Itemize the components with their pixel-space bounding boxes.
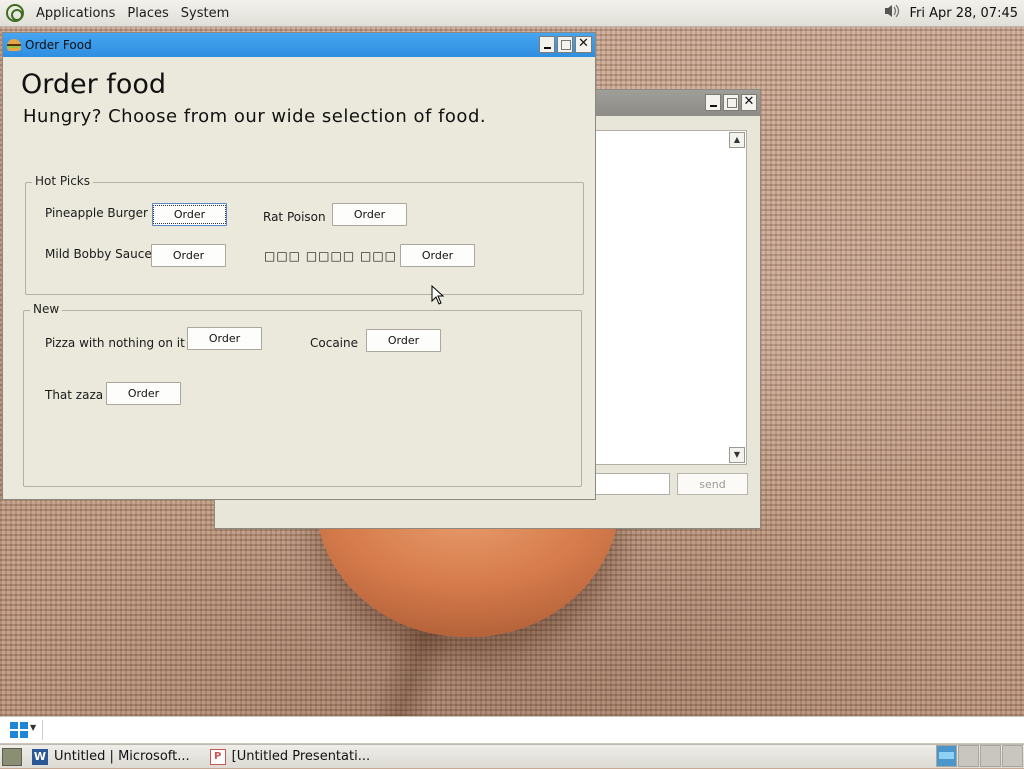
launcher-bar: ▼: [0, 716, 1024, 744]
new-label: New: [30, 302, 63, 316]
task-word-document[interactable]: W Untitled | Microsoft...: [22, 746, 200, 768]
order-button-label: Order: [387, 334, 420, 347]
task-label: Untitled | Microsoft...: [54, 749, 190, 764]
workspace-4[interactable]: [1002, 744, 1023, 767]
page-title: Order food: [21, 69, 166, 100]
chat-message-input[interactable]: [595, 473, 670, 495]
workspace-2[interactable]: [958, 744, 979, 767]
minimize-button[interactable]: [539, 36, 555, 53]
order-button-unrendered-item[interactable]: Order: [400, 244, 475, 267]
chat-log[interactable]: ▲ ▼: [595, 130, 747, 465]
order-food-window[interactable]: Order Food ✕ Order food Hungry? Choose f…: [2, 32, 596, 500]
close-button[interactable]: ✕: [575, 36, 592, 53]
order-window-titlebar[interactable]: Order Food ✕: [3, 33, 595, 57]
chat-window-controls: ✕: [705, 94, 757, 111]
send-button[interactable]: send: [677, 473, 748, 495]
food-name: Pineapple Burger: [45, 206, 148, 220]
minimize-button[interactable]: [705, 94, 721, 111]
show-desktop-icon[interactable]: [2, 747, 22, 766]
workspace-switcher: [936, 744, 1024, 769]
hot-picks-label: Hot Picks: [32, 174, 93, 188]
close-button[interactable]: ✕: [741, 94, 757, 111]
food-name: Rat Poison: [263, 210, 326, 224]
order-button-pizza[interactable]: Order: [187, 327, 262, 350]
page-subtitle: Hungry? Choose from our wide selection o…: [23, 106, 487, 127]
workspace-1[interactable]: [936, 744, 957, 767]
food-name-unrendered: □□□ □□□□ □□□: [264, 249, 398, 263]
window-title: Order Food: [25, 38, 92, 52]
order-button-label: Order: [152, 205, 227, 224]
maximize-button[interactable]: [723, 94, 739, 111]
order-button-label: Order: [208, 332, 241, 345]
scroll-down-icon[interactable]: ▼: [729, 447, 745, 463]
word-icon: W: [32, 748, 48, 765]
maximize-button[interactable]: [557, 36, 573, 53]
food-name: Cocaine: [310, 336, 358, 350]
order-button-that-zaza[interactable]: Order: [106, 382, 181, 405]
launcher-input[interactable]: [42, 720, 1020, 740]
order-button-cocaine[interactable]: Order: [366, 329, 441, 352]
new-group: New Pizza with nothing on it Order Cocai…: [23, 302, 582, 487]
top-panel: Applications Places System Fri Apr 28, 0…: [0, 0, 1024, 27]
taskbar: W Untitled | Microsoft... P [Untitled Pr…: [0, 744, 1024, 768]
order-button-label: Order: [353, 208, 386, 221]
panel-tray: Fri Apr 28, 07:45: [883, 3, 1024, 23]
task-label: [Untitled Presentati...: [231, 749, 371, 764]
presentation-icon: P: [209, 748, 226, 765]
chevron-down-icon[interactable]: ▼: [30, 723, 36, 732]
order-button-label: Order: [172, 249, 205, 262]
volume-icon[interactable]: [883, 3, 901, 23]
food-name: Mild Bobby Sauce: [45, 247, 152, 261]
order-button-rat-poison[interactable]: Order: [332, 203, 407, 226]
distro-logo-icon[interactable]: [6, 4, 24, 22]
order-button-label: Order: [421, 249, 454, 262]
menu-places[interactable]: Places: [121, 6, 174, 21]
order-button-pineapple-burger[interactable]: Order: [152, 203, 227, 226]
clock[interactable]: Fri Apr 28, 07:45: [909, 6, 1018, 21]
scroll-up-icon[interactable]: ▲: [729, 132, 745, 148]
mouse-cursor-icon: [431, 285, 445, 305]
burger-icon: [7, 39, 21, 51]
task-presentation[interactable]: P [Untitled Presentati...: [200, 746, 380, 768]
order-window-controls: ✕: [539, 36, 592, 53]
menu-applications[interactable]: Applications: [30, 6, 121, 21]
order-button-label: Order: [127, 387, 160, 400]
hot-picks-group: Hot Picks Pineapple Burger Order Rat Poi…: [25, 174, 584, 295]
menu-system[interactable]: System: [175, 6, 235, 21]
workspace-3[interactable]: [980, 744, 1001, 767]
order-button-mild-bobby-sauce[interactable]: Order: [151, 244, 226, 267]
food-name: Pizza with nothing on it: [45, 336, 185, 350]
food-name: That zaza: [45, 388, 104, 402]
